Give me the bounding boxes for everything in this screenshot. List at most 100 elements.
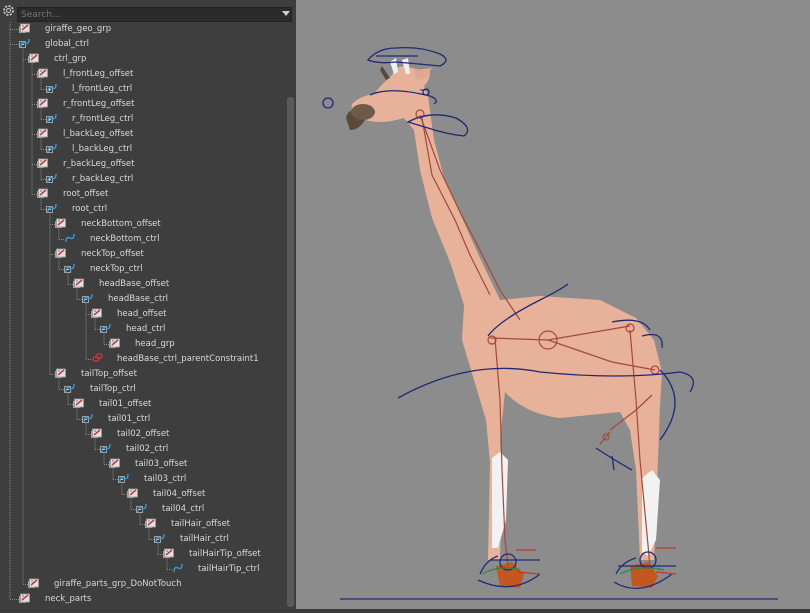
search-dropdown-icon[interactable] (282, 11, 290, 16)
outliner-item-label: giraffe_geo_grp (45, 24, 112, 34)
outliner-item[interactable]: r_frontLeg_ctrl (46, 112, 133, 127)
nurbs-curve-icon (137, 503, 158, 516)
outliner-item-label: neck_parts (45, 594, 92, 604)
nurbs-curve-icon (83, 413, 104, 426)
outliner-item-label: neckBottom_ctrl (90, 234, 160, 244)
outliner-item[interactable]: l_frontLeg_ctrl (46, 82, 132, 97)
outliner-item[interactable]: root_ctrl (46, 202, 107, 217)
outliner-item[interactable]: tail04_offset (127, 487, 205, 502)
outliner-item[interactable]: neckBottom_ctrl (64, 232, 160, 247)
transform-group-icon (146, 518, 167, 531)
outliner-item-label: tailHairTip_offset (189, 549, 261, 559)
outliner-item[interactable]: giraffe_geo_grp (19, 22, 111, 37)
nurbs-curve-icon (47, 83, 68, 96)
nurbs-curve-icon (65, 383, 86, 396)
nurbs-curve-icon (20, 38, 41, 51)
transform-group-icon (110, 338, 131, 351)
giraffe-rig-view (322, 46, 778, 600)
outliner-item-label: ctrl_grp (54, 54, 87, 64)
outliner-item-label: tailTop_ctrl (90, 384, 136, 394)
nurbs-curve-icon (101, 443, 122, 456)
outliner-item[interactable]: tail03_offset (109, 457, 187, 472)
outliner-item-label: root_offset (63, 189, 109, 199)
transform-group-icon (29, 578, 50, 591)
transform-group-icon (38, 68, 59, 81)
outliner-item[interactable]: neckBottom_offset (55, 217, 161, 232)
outliner-item[interactable]: r_backLeg_ctrl (46, 172, 133, 187)
outliner-item[interactable]: tailHairTip_offset (163, 547, 261, 562)
outliner-item[interactable]: neckTop_offset (55, 247, 144, 262)
outliner-item-label: l_backLeg_offset (63, 129, 134, 139)
outliner-item-label: r_backLeg_offset (63, 159, 135, 169)
outliner-item[interactable]: headBase_ctrl_parentConstraint1 (91, 352, 259, 367)
outliner-item[interactable]: r_frontLeg_offset (37, 97, 134, 112)
transform-group-icon (128, 488, 149, 501)
outliner-item-label: headBase_ctrl (108, 294, 169, 304)
outliner-item[interactable]: l_backLeg_ctrl (46, 142, 132, 157)
outliner-item-label: tail03_offset (135, 459, 188, 469)
outliner-scrollbar[interactable] (286, 22, 296, 609)
outliner-item[interactable]: tailTop_ctrl (64, 382, 136, 397)
transform-group-icon (20, 23, 41, 36)
transform-group-icon (74, 278, 95, 291)
transform-group-icon (92, 428, 113, 441)
nurbs-curve-icon (47, 203, 68, 216)
scrollbar-thumb[interactable] (287, 97, 294, 607)
outliner-item[interactable]: tail03_ctrl (118, 472, 186, 487)
nurbs-curve-icon (47, 113, 68, 126)
outliner-item[interactable]: tail02_offset (91, 427, 169, 442)
transform-group-icon (38, 188, 59, 201)
transform-group-icon (164, 548, 185, 561)
search-input[interactable] (17, 7, 292, 22)
transform-group-icon (74, 398, 95, 411)
outliner-item-label: r_frontLeg_offset (63, 99, 135, 109)
transform-group-icon (110, 458, 131, 471)
outliner-item-label: l_backLeg_ctrl (72, 144, 133, 154)
outliner-item[interactable]: headBase_offset (73, 277, 169, 292)
nurbs-curve-icon (65, 263, 86, 276)
outliner-item[interactable]: tailHair_ctrl (154, 532, 229, 547)
transform-group-icon (29, 53, 50, 66)
outliner-item[interactable]: root_offset (37, 187, 108, 202)
transform-group-icon (20, 593, 41, 606)
nurbs-curve-icon (47, 173, 68, 186)
outliner-item-label: tailTop_offset (81, 369, 137, 379)
outliner-item-label: tail01_ctrl (108, 414, 151, 424)
transform-group-icon (38, 158, 59, 171)
outliner-item[interactable]: global_ctrl (19, 37, 89, 52)
outliner-item-label: r_backLeg_ctrl (72, 174, 134, 184)
outliner-item[interactable]: ctrl_grp (28, 52, 86, 67)
outliner-item[interactable]: tail02_ctrl (100, 442, 168, 457)
outliner-item[interactable]: tail01_offset (73, 397, 151, 412)
outliner-item[interactable]: neck_parts (19, 592, 91, 607)
outliner-item[interactable]: giraffe_parts_grp_DoNotTouch (28, 577, 181, 592)
outliner-item-label: tail04_ctrl (162, 504, 205, 514)
outliner-item-label: tailHair_offset (171, 519, 231, 529)
outliner-item[interactable]: tailHair_offset (145, 517, 230, 532)
outliner-item-label: tail01_offset (99, 399, 152, 409)
transform-group-icon (38, 128, 59, 141)
nurbs-curve-icon (47, 143, 68, 156)
outliner-options-icon[interactable] (2, 4, 15, 17)
transform-group-icon (56, 368, 77, 381)
transform-group-icon (92, 308, 113, 321)
nurbs-curve-icon (83, 293, 104, 306)
outliner-item[interactable]: r_backLeg_offset (37, 157, 134, 172)
outliner-item[interactable]: headBase_ctrl (82, 292, 168, 307)
outliner-item[interactable]: l_frontLeg_offset (37, 67, 133, 82)
outliner-item[interactable]: tail01_ctrl (82, 412, 150, 427)
transform-group-icon (38, 98, 59, 111)
nurbs-curve-icon (155, 533, 176, 546)
viewport-3d[interactable] (296, 0, 810, 609)
outliner-item[interactable]: head_offset (91, 307, 167, 322)
outliner-item-label: global_ctrl (45, 39, 90, 49)
outliner-panel: giraffe_geo_grp global_ctrl ctrl_grp l_fron… (0, 0, 298, 609)
outliner-item[interactable]: neckTop_ctrl (64, 262, 143, 277)
outliner-item[interactable]: head_grp (109, 337, 175, 352)
outliner-item-label: neckBottom_offset (81, 219, 161, 229)
outliner-item[interactable]: tailHairTip_ctrl (172, 562, 260, 577)
outliner-item[interactable]: head_ctrl (100, 322, 165, 337)
outliner-item[interactable]: l_backLeg_offset (37, 127, 133, 142)
outliner-item[interactable]: tail04_ctrl (136, 502, 204, 517)
outliner-item[interactable]: tailTop_offset (55, 367, 137, 382)
